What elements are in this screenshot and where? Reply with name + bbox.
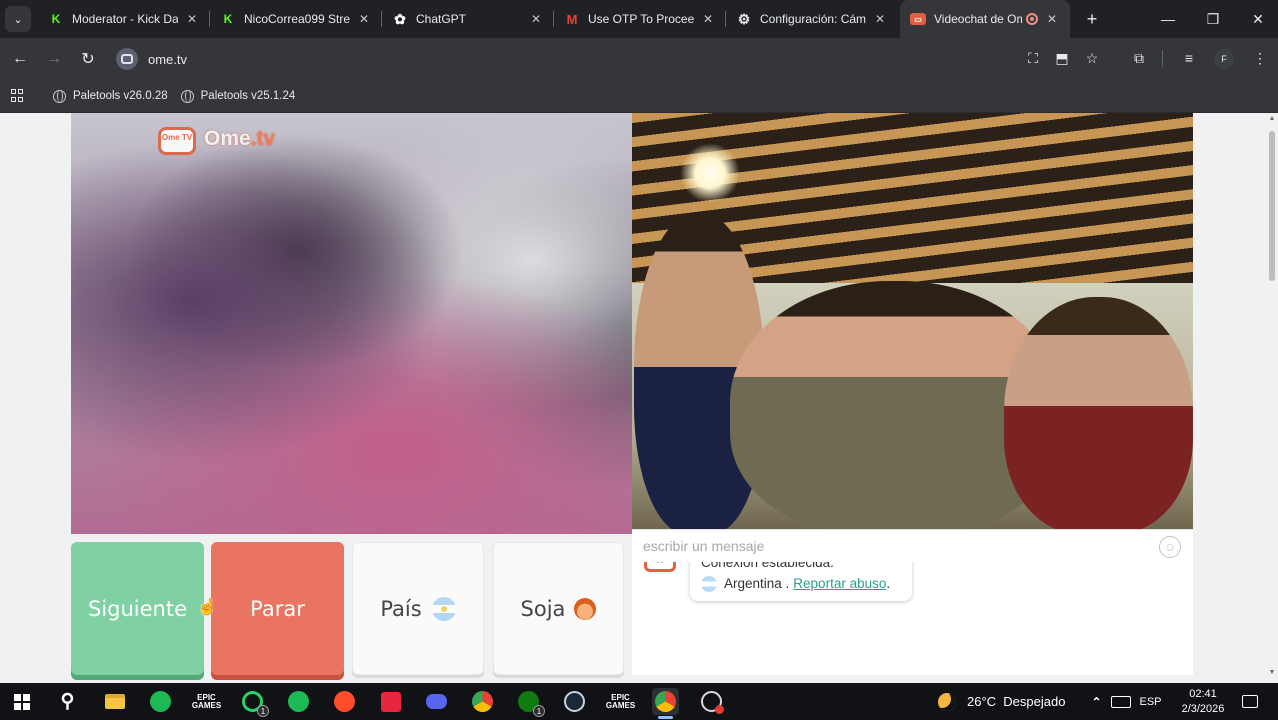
page-scrollbar[interactable]: ▲ ▼ xyxy=(1266,113,1278,683)
bookmark-star-icon[interactable]: ☆ xyxy=(1081,50,1103,67)
whatsapp-icon[interactable]: 1 xyxy=(239,688,269,717)
gender-filter-button[interactable]: Soja xyxy=(493,542,624,675)
file-explorer-icon[interactable] xyxy=(101,688,128,715)
close-window-button[interactable]: ✕ xyxy=(1236,0,1278,38)
globe-icon xyxy=(180,89,194,103)
tab-kick-stream[interactable]: K NicoCorrea099 Stream ✕ xyxy=(210,0,382,38)
windows-taskbar: ⚲ EPIC GAMES 1 1 EPIC GAMES 26°C Despejado… xyxy=(0,683,1278,720)
bookmark-paletools-25[interactable]: Paletools v25.1.24 xyxy=(180,89,295,103)
media-control-icon[interactable]: ≡ xyxy=(1178,50,1200,66)
menu-icon[interactable]: ⋮ xyxy=(1249,50,1271,67)
ometv-page: Ome TV Ome.tv Siguiente Parar País Soja … xyxy=(0,113,1266,683)
tab-chatgpt[interactable]: ✿ ChatGPT ✕ xyxy=(382,0,554,38)
hand-cursor-icon: ☝ xyxy=(197,599,217,616)
chevron-up-icon[interactable]: ⌃ xyxy=(1083,688,1110,715)
emoji-icon[interactable]: ☺ xyxy=(1159,536,1181,558)
url-text[interactable]: ome.tv xyxy=(148,52,187,67)
keyboard-icon[interactable] xyxy=(1107,688,1134,715)
gear-icon: ⚙ xyxy=(737,10,751,27)
scroll-down-arrow[interactable]: ▼ xyxy=(1268,669,1276,676)
kick-icon: K xyxy=(223,12,233,26)
spotify-icon[interactable] xyxy=(285,688,312,715)
close-icon[interactable]: ✕ xyxy=(872,12,888,26)
tab-strip: ⌄ K Moderator - Kick Dashboard ✕ K NicoC… xyxy=(0,0,1278,38)
tab-ometv[interactable]: ▭ Videochat de Ome.tv ✕ xyxy=(900,0,1070,38)
kick-icon: K xyxy=(51,12,61,26)
epic-games-icon[interactable]: EPIC GAMES xyxy=(606,688,635,715)
reload-button[interactable]: ↻ xyxy=(71,49,105,69)
chrome-active-icon[interactable] xyxy=(652,688,679,719)
self-camera-video xyxy=(632,113,1193,534)
country-filter-button[interactable]: País xyxy=(352,542,484,675)
obs-recording-icon[interactable] xyxy=(698,688,725,715)
close-icon[interactable]: ✕ xyxy=(700,12,716,26)
close-icon[interactable]: ✕ xyxy=(528,12,544,26)
search-icon[interactable]: ⚲ xyxy=(54,688,81,715)
address-bar[interactable]: ome.tv xyxy=(112,44,1016,74)
translate-icon[interactable]: ⛶ xyxy=(1022,50,1044,67)
chrome-icon[interactable] xyxy=(469,688,496,715)
tab-camera-settings[interactable]: ⚙ Configuración: Cámara ✕ xyxy=(726,0,898,38)
start-button[interactable] xyxy=(8,688,35,715)
tab-gmail-otp[interactable]: M Use OTP To Proceed ✕ xyxy=(554,0,726,38)
new-tab-button[interactable]: + xyxy=(1078,9,1106,30)
forward-button[interactable]: → xyxy=(37,50,71,68)
message-input[interactable]: escribir un mensaje ☺ xyxy=(632,529,1193,562)
discord-icon[interactable] xyxy=(423,688,450,715)
close-icon[interactable]: ✕ xyxy=(184,12,200,26)
steam-icon[interactable] xyxy=(561,688,588,715)
restore-button[interactable]: ❐ xyxy=(1191,0,1235,38)
notification-icon[interactable] xyxy=(1236,688,1263,715)
apps-grid-icon[interactable] xyxy=(11,89,25,103)
install-app-icon[interactable]: ⬒ xyxy=(1051,50,1073,67)
bookmark-paletools-26[interactable]: Paletools v26.0.28 xyxy=(53,89,168,103)
argentina-flag-icon xyxy=(431,596,456,621)
clock[interactable]: 02:41 2/3/2026 xyxy=(1176,687,1230,717)
bookmarks-bar: Paletools v26.0.28 Paletools v25.1.24 xyxy=(0,80,1278,113)
site-info-icon[interactable] xyxy=(116,48,138,70)
scroll-thumb[interactable] xyxy=(1269,131,1275,281)
argentina-flag-icon xyxy=(701,575,717,592)
report-abuse-link[interactable]: Reportar abuso xyxy=(793,573,886,594)
globe-icon xyxy=(53,89,66,103)
tab-search-button[interactable]: ⌄ xyxy=(5,6,31,32)
boy-emoji-icon xyxy=(574,597,597,620)
chatgpt-icon: ✿ xyxy=(394,10,406,27)
scroll-up-arrow[interactable]: ▲ xyxy=(1268,115,1276,122)
stranger-video: Ome TV Ome.tv xyxy=(71,113,632,534)
ometv-icon: ▭ xyxy=(910,13,926,25)
stop-button[interactable]: Parar xyxy=(211,542,344,675)
extensions-icon[interactable]: ⧉ xyxy=(1128,50,1150,67)
tab-kick-dashboard[interactable]: K Moderator - Kick Dashboard ✕ xyxy=(38,0,210,38)
close-icon[interactable]: ✕ xyxy=(1044,12,1060,26)
moon-icon xyxy=(938,692,956,711)
language-indicator[interactable]: ESP xyxy=(1137,688,1164,715)
next-button[interactable]: Siguiente xyxy=(71,542,204,675)
back-button[interactable]: ← xyxy=(3,50,37,68)
gmail-icon: M xyxy=(566,11,578,27)
weather-widget[interactable]: 26°C Despejado xyxy=(938,683,1065,720)
xbox-icon[interactable]: 1 xyxy=(515,688,545,717)
close-icon[interactable]: ✕ xyxy=(356,12,372,26)
ometv-logo-icon: Ome TV xyxy=(158,121,198,157)
recording-icon xyxy=(1026,13,1038,25)
ea-app-icon[interactable] xyxy=(331,688,358,715)
profile-avatar[interactable]: F xyxy=(1214,49,1234,69)
epic-games-icon[interactable]: EPIC GAMES xyxy=(192,688,221,715)
minimize-button[interactable]: ― xyxy=(1146,0,1190,38)
spotify-icon[interactable] xyxy=(147,688,174,715)
chevron-down-icon: ⌄ xyxy=(13,13,23,26)
stranger-country: Argentina . xyxy=(724,576,790,591)
ometv-logo: Ome TV Ome.tv xyxy=(158,121,275,157)
pdf-reader-icon[interactable] xyxy=(377,688,404,715)
